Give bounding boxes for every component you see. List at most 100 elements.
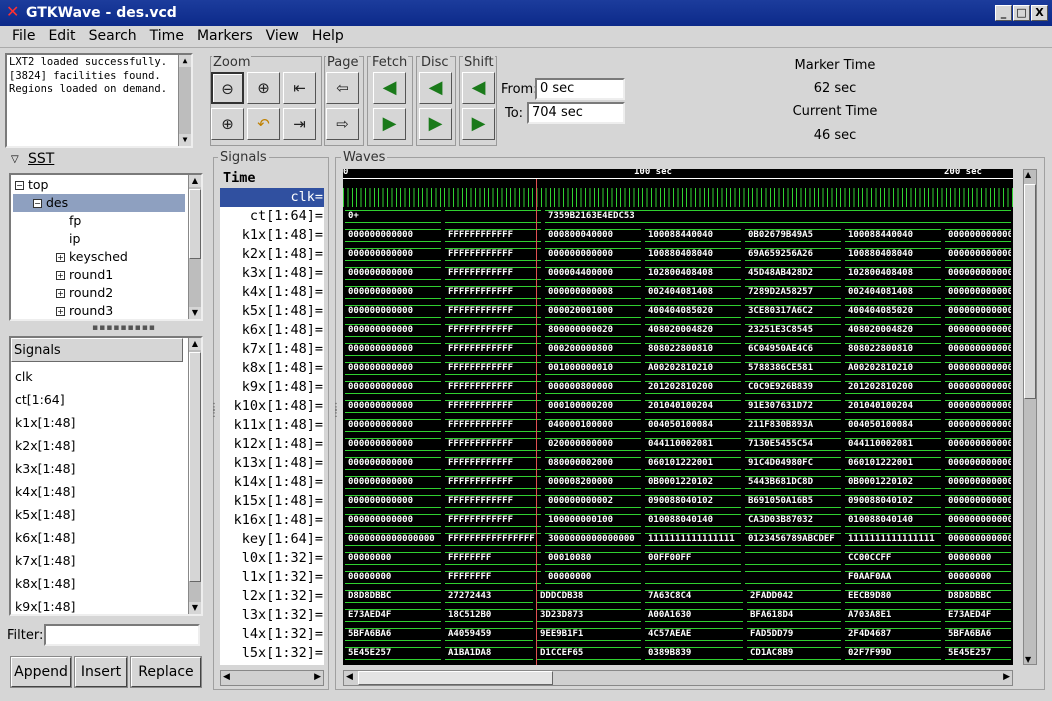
fetch-right-button[interactable]: ▶ (373, 108, 406, 140)
list-item[interactable]: k1x[1:48] (15, 413, 75, 433)
scroll-up-icon[interactable]: ▲ (1025, 170, 1031, 179)
tree-node-ip[interactable]: ip (69, 230, 80, 248)
signal-name-row[interactable]: k7x[1:48]= (242, 340, 324, 359)
maximize-button[interactable]: □ (1013, 5, 1030, 21)
scroll-thumb[interactable] (189, 189, 201, 259)
shift-right-button[interactable]: ▶ (462, 108, 495, 140)
scroll-thumb[interactable] (189, 352, 201, 582)
signal-name-row[interactable]: k4x[1:48]= (242, 283, 324, 302)
zoom-undo-button[interactable]: ↶ (247, 108, 280, 140)
signal-name-row[interactable]: k14x[1:48]= (234, 473, 324, 492)
list-item[interactable]: ct[1:64] (15, 390, 65, 410)
from-input[interactable]: 0 sec (535, 78, 625, 100)
replace-button[interactable]: Replace (131, 657, 201, 687)
disc-left-button[interactable]: ◀ (419, 72, 452, 104)
scroll-up-icon[interactable]: ▲ (189, 338, 201, 350)
to-input[interactable]: 704 sec (527, 102, 625, 124)
zoom-start-button[interactable]: ⇤ (283, 72, 316, 104)
list-item[interactable]: k6x[1:48] (15, 528, 75, 548)
page-forward-button[interactable]: ⇨ (326, 108, 359, 140)
tree-node-round1[interactable]: + round1 (56, 266, 113, 284)
scroll-right-icon[interactable]: ▶ (1003, 672, 1010, 682)
signal-name-row[interactable]: k3x[1:48]= (242, 264, 324, 283)
signals-list-header[interactable]: Signals (11, 338, 183, 362)
zoom-end-button[interactable]: ⇥ (283, 108, 316, 140)
signal-name-row[interactable]: l0x[1:32]= (242, 549, 324, 568)
signal-name-row[interactable]: l2x[1:32]= (242, 587, 324, 606)
expand-icon[interactable]: + (56, 307, 65, 316)
signal-name-row[interactable]: k10x[1:48]= (234, 397, 324, 416)
waves-hscrollbar[interactable]: ◀ ▶ (343, 670, 1013, 686)
expand-icon[interactable]: + (56, 253, 65, 262)
signal-name-row[interactable]: l3x[1:32]= (242, 606, 324, 625)
menu-file[interactable]: File (6, 26, 41, 44)
signal-name-row[interactable]: l5x[1:32]= (242, 644, 324, 663)
menu-view[interactable]: View (260, 26, 305, 44)
expand-icon[interactable]: + (56, 271, 65, 280)
signal-name-row[interactable]: clk= (220, 188, 324, 207)
menu-time[interactable]: Time (144, 26, 190, 44)
signal-name-row[interactable]: k8x[1:48]= (242, 359, 324, 378)
list-item[interactable]: k4x[1:48] (15, 482, 75, 502)
signal-name-row[interactable]: k5x[1:48]= (242, 302, 324, 321)
pane-handle[interactable]: ⋮ ⋮ (209, 403, 219, 419)
expand-icon[interactable]: + (56, 289, 65, 298)
scroll-left-icon[interactable]: ◀ (346, 672, 353, 682)
list-item[interactable]: k7x[1:48] (15, 551, 75, 571)
pane-handle[interactable]: ▪▪▪▪▪▪▪▪▪ (92, 323, 156, 333)
list-item[interactable]: k8x[1:48] (15, 574, 75, 594)
list-item[interactable]: clk (15, 367, 33, 387)
scroll-right-icon[interactable]: ▶ (314, 672, 321, 682)
insert-button[interactable]: Insert (75, 657, 127, 687)
signal-name-row[interactable]: k16x[1:48]= (234, 511, 324, 530)
signal-name-row[interactable]: k11x[1:48]= (234, 416, 324, 435)
tree-node-round2[interactable]: + round2 (56, 284, 113, 302)
zoom-out-button[interactable]: ⊖ (211, 72, 244, 104)
signal-name-row[interactable]: k12x[1:48]= (234, 435, 324, 454)
signal-name-row[interactable]: k13x[1:48]= (234, 454, 324, 473)
waves-vscrollbar[interactable]: ▲ ▼ (1023, 169, 1037, 665)
tree-node-keysched[interactable]: + keysched (56, 248, 128, 266)
tree-node-round3[interactable]: + round3 (56, 302, 113, 319)
signal-name-row[interactable]: k2x[1:48]= (242, 245, 324, 264)
list-item[interactable]: k3x[1:48] (15, 459, 75, 479)
signal-name-row[interactable]: l1x[1:32]= (242, 568, 324, 587)
signal-name-row[interactable]: k15x[1:48]= (234, 492, 324, 511)
tree-node-fp[interactable]: fp (69, 212, 81, 230)
shift-left-button[interactable]: ◀ (462, 72, 495, 104)
tree-node-des[interactable]: − des (13, 194, 185, 212)
minimize-button[interactable]: _ (995, 5, 1012, 21)
signal-name-row[interactable]: k6x[1:48]= (242, 321, 324, 340)
signals-hscrollbar[interactable]: ◀ ▶ (220, 670, 324, 686)
scroll-down-icon[interactable]: ▼ (179, 134, 191, 146)
scroll-down-icon[interactable]: ▼ (1025, 655, 1031, 664)
log-scrollbar[interactable]: ▲ ▼ (178, 55, 191, 146)
list-item[interactable]: k9x[1:48] (15, 597, 75, 614)
list-item[interactable]: k2x[1:48] (15, 436, 75, 456)
signals-list-scrollbar[interactable]: ▲ ▼ (188, 338, 201, 614)
signal-name-row[interactable]: k9x[1:48]= (242, 378, 324, 397)
fetch-left-button[interactable]: ◀ (373, 72, 406, 104)
menu-help[interactable]: Help (306, 26, 350, 44)
pane-handle[interactable]: ⋮ ⋮ (331, 403, 341, 419)
disc-right-button[interactable]: ▶ (419, 108, 452, 140)
collapse-icon[interactable]: − (33, 199, 42, 208)
collapse-icon[interactable]: − (15, 181, 24, 190)
waveform-canvas[interactable]: 0 100 sec 200 sec 0+ 7359B2163E4EDC53 0000… (343, 169, 1013, 665)
scroll-thumb[interactable] (1024, 184, 1036, 399)
zoom-fit-button[interactable]: ⊕ (247, 72, 280, 104)
sst-expander[interactable]: ▽ SST (5, 151, 205, 172)
close-button[interactable]: X (1031, 5, 1048, 21)
filter-input[interactable] (44, 624, 200, 646)
scroll-thumb[interactable] (358, 671, 553, 685)
page-back-button[interactable]: ⇦ (326, 72, 359, 104)
tree-scrollbar[interactable]: ▲ ▼ (188, 175, 201, 319)
menu-edit[interactable]: Edit (42, 26, 81, 44)
list-item[interactable]: k5x[1:48] (15, 505, 75, 525)
zoom-in-button[interactable]: ⊕ (211, 108, 244, 140)
signal-name-row[interactable]: key[1:64]= (242, 530, 324, 549)
scroll-up-icon[interactable]: ▲ (189, 175, 201, 187)
signal-name-row[interactable]: k1x[1:48]= (242, 226, 324, 245)
menu-markers[interactable]: Markers (191, 26, 259, 44)
scroll-down-icon[interactable]: ▼ (189, 307, 201, 319)
